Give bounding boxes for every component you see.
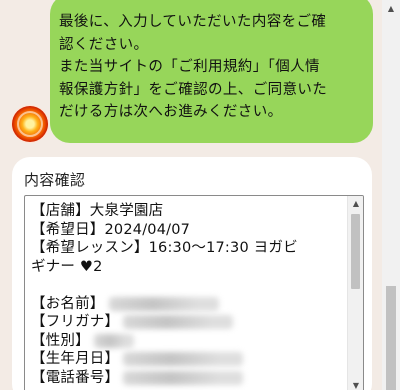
name-line: 【お名前】 (31, 295, 343, 314)
confirmation-content: 【店舗】大泉学園店 【希望日】2024/04/07 【希望レッスン】16:30〜… (31, 202, 343, 387)
name-label: 【お名前】 (31, 295, 105, 312)
confirmation-textarea[interactable]: 【店舗】大泉学園店 【希望日】2024/04/07 【希望レッスン】16:30〜… (24, 195, 364, 390)
page-scrollbar[interactable]: ▲ (382, 0, 400, 390)
scroll-up-arrow-icon[interactable]: ▲ (348, 196, 363, 212)
page-scroll-thumb[interactable] (386, 286, 396, 390)
textarea-scroll-thumb[interactable] (351, 214, 360, 289)
name-value-redacted (108, 296, 219, 311)
gender-line: 【性別】 (31, 332, 343, 351)
message-bubble: 最後に、入力していただいた内容をご確 認ください。 また当サイトの「ご利用規約」… (50, 0, 373, 143)
chat-area: 最後に、入力していただいた内容をご確 認ください。 また当サイトの「ご利用規約」… (0, 0, 382, 390)
gender-value-redacted (93, 333, 134, 348)
scroll-down-arrow-icon[interactable]: ▼ (348, 378, 363, 390)
kana-label: 【フリガナ】 (31, 314, 120, 330)
phone-value-redacted (123, 370, 244, 385)
shop-line: 【店舗】大泉学園店 (31, 203, 164, 219)
phone-line: 【電話番号】 (31, 369, 343, 388)
bot-avatar (12, 106, 48, 142)
birth-label: 【生年月日】 (31, 351, 120, 367)
card-title: 内容確認 (24, 171, 86, 189)
lesson-line-continued: ギナー ♥2 (31, 258, 103, 275)
kana-value-redacted (123, 315, 234, 329)
lesson-line: 【希望レッスン】16:30〜17:30 ヨガビ (31, 240, 298, 256)
birth-value-redacted (123, 352, 244, 366)
gender-label: 【性別】 (31, 332, 90, 349)
page-scroll-up-icon[interactable]: ▲ (382, 0, 400, 18)
birth-line: 【生年月日】 (31, 350, 343, 369)
phone-label: 【電話番号】 (31, 369, 120, 386)
confirmation-card: 内容確認 【店舗】大泉学園店 【希望日】2024/04/07 【希望レッスン】1… (12, 157, 372, 390)
kana-line: 【フリガナ】 (31, 313, 343, 332)
message-text: 最後に、入力していただいた内容をご確 認ください。 また当サイトの「ご利用規約」… (59, 14, 328, 120)
textarea-scrollbar[interactable]: ▲ ▼ (347, 196, 363, 390)
date-line: 【希望日】2024/04/07 (31, 221, 191, 238)
